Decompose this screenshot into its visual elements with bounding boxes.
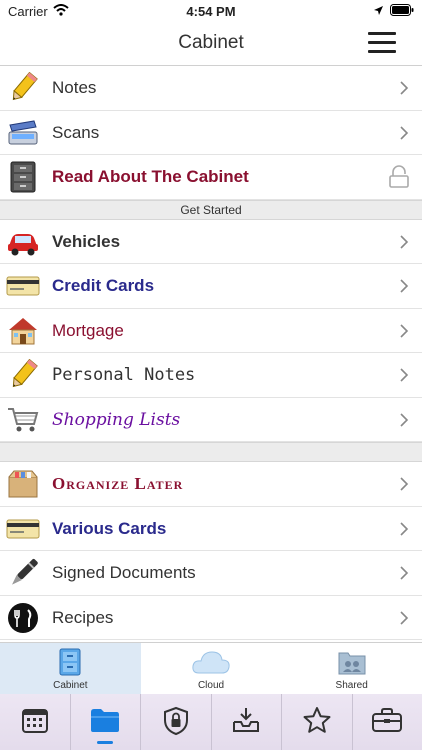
- list-item-scans[interactable]: Scans: [0, 111, 422, 155]
- shield-lock-icon: [163, 706, 188, 736]
- toolbar-favorites-button[interactable]: [282, 694, 353, 750]
- list-item-shopping-lists[interactable]: Shopping Lists: [0, 398, 422, 442]
- chevron-right-icon: [400, 323, 409, 338]
- shared-folder-icon: [338, 652, 366, 675]
- list-item-label: Organize Later: [52, 474, 184, 493]
- menu-line: [368, 50, 396, 53]
- clock: 4:54 PM: [186, 4, 236, 19]
- house-icon: [6, 315, 40, 347]
- fork-knife-icon: [6, 602, 40, 634]
- active-indicator: [97, 741, 114, 744]
- chevron-right-icon: [400, 477, 409, 491]
- inbox-download-icon: [233, 708, 260, 732]
- list-item-recipes[interactable]: Recipes: [0, 596, 422, 640]
- list-item-notes[interactable]: Notes: [0, 66, 422, 111]
- chevron-right-icon: [400, 125, 409, 140]
- list-item-signed-documents[interactable]: Signed Documents: [0, 551, 422, 596]
- tab-cabinet[interactable]: Cabinet: [0, 643, 141, 694]
- tab-label: Shared: [335, 680, 368, 691]
- pencil-icon: [6, 72, 40, 104]
- tab-cloud[interactable]: Cloud: [141, 643, 282, 694]
- list-item-label: Vehicles: [52, 231, 121, 251]
- toolbar-inbox-button[interactable]: [212, 694, 282, 750]
- list-item-organize-later[interactable]: Organize Later: [0, 462, 422, 507]
- toolbar-calendar-button[interactable]: [0, 694, 71, 750]
- list-item-label: Shopping Lists: [52, 409, 181, 430]
- cabinet-icon: [59, 648, 81, 676]
- chevron-right-icon: [400, 234, 409, 249]
- folder-icon: [91, 709, 120, 732]
- chevron-right-icon: [400, 279, 409, 293]
- box-icon: [6, 468, 40, 500]
- cloud-icon: [192, 651, 230, 674]
- chevron-right-icon: [400, 368, 409, 382]
- list-item-mortgage[interactable]: Mortgage: [0, 309, 422, 353]
- toolbar-briefcase-button[interactable]: [353, 694, 422, 750]
- menu-line: [368, 41, 396, 44]
- pencil-icon: [6, 359, 40, 391]
- file-cabinet-icon: [6, 161, 40, 193]
- tab-shared[interactable]: Shared: [281, 643, 422, 694]
- cabinet-list: Notes Scans Read About The Cabinet Get S…: [0, 66, 422, 640]
- menu-line: [368, 32, 396, 35]
- list-item-label: Notes: [52, 78, 97, 97]
- section-divider: [0, 442, 422, 462]
- page-title: Cabinet: [178, 32, 244, 53]
- section-header: Get Started: [0, 199, 422, 220]
- list-item-various-cards[interactable]: Various Cards: [0, 507, 422, 551]
- shopping-cart-icon: [6, 404, 40, 436]
- location-arrow-icon: [374, 5, 383, 15]
- chevron-right-icon: [400, 81, 409, 95]
- briefcase-icon: [372, 708, 403, 732]
- list-item-label: Signed Documents: [52, 563, 196, 582]
- chevron-right-icon: [400, 412, 409, 427]
- chevron-right-icon: [400, 566, 409, 580]
- credit-card-icon: [6, 513, 40, 545]
- star-icon: [303, 707, 331, 733]
- tab-label: Cloud: [197, 680, 225, 691]
- list-item-label: Read About The Cabinet: [52, 167, 249, 186]
- list-item-label: Credit Cards: [52, 276, 155, 295]
- tab-label: Cabinet: [53, 680, 88, 691]
- calendar-icon: [21, 709, 48, 733]
- list-item-label: Recipes: [52, 607, 114, 627]
- credit-card-icon: [6, 270, 40, 302]
- toolbar-security-button[interactable]: [141, 694, 212, 750]
- scanner-icon: [6, 117, 40, 149]
- lock-icon: [389, 165, 409, 188]
- list-item-personal-notes[interactable]: Personal Notes: [0, 353, 422, 398]
- chevron-right-icon: [400, 521, 409, 536]
- pen-icon: [6, 557, 40, 589]
- navigation-bar: Cabinet: [0, 22, 422, 66]
- chevron-right-icon: [400, 610, 409, 625]
- list-item-credit-cards[interactable]: Credit Cards: [0, 264, 422, 309]
- list-item-label: Mortgage: [52, 320, 124, 340]
- section-tab-bar: Cabinet Cloud Shared: [0, 642, 422, 694]
- list-item-read-about[interactable]: Read About The Cabinet: [0, 155, 422, 200]
- bottom-toolbar: [0, 694, 422, 750]
- list-item-label: Scans: [52, 122, 100, 142]
- list-item-label: Various Cards: [52, 518, 167, 538]
- hamburger-menu-button[interactable]: [368, 32, 396, 54]
- battery-icon: [390, 4, 414, 16]
- list-item-vehicles[interactable]: Vehicles: [0, 220, 422, 264]
- toolbar-folder-button[interactable]: [71, 694, 141, 750]
- car-icon: [6, 226, 40, 258]
- status-bar: Carrier 4:54 PM: [0, 0, 422, 22]
- list-item-label: Personal Notes: [52, 365, 196, 385]
